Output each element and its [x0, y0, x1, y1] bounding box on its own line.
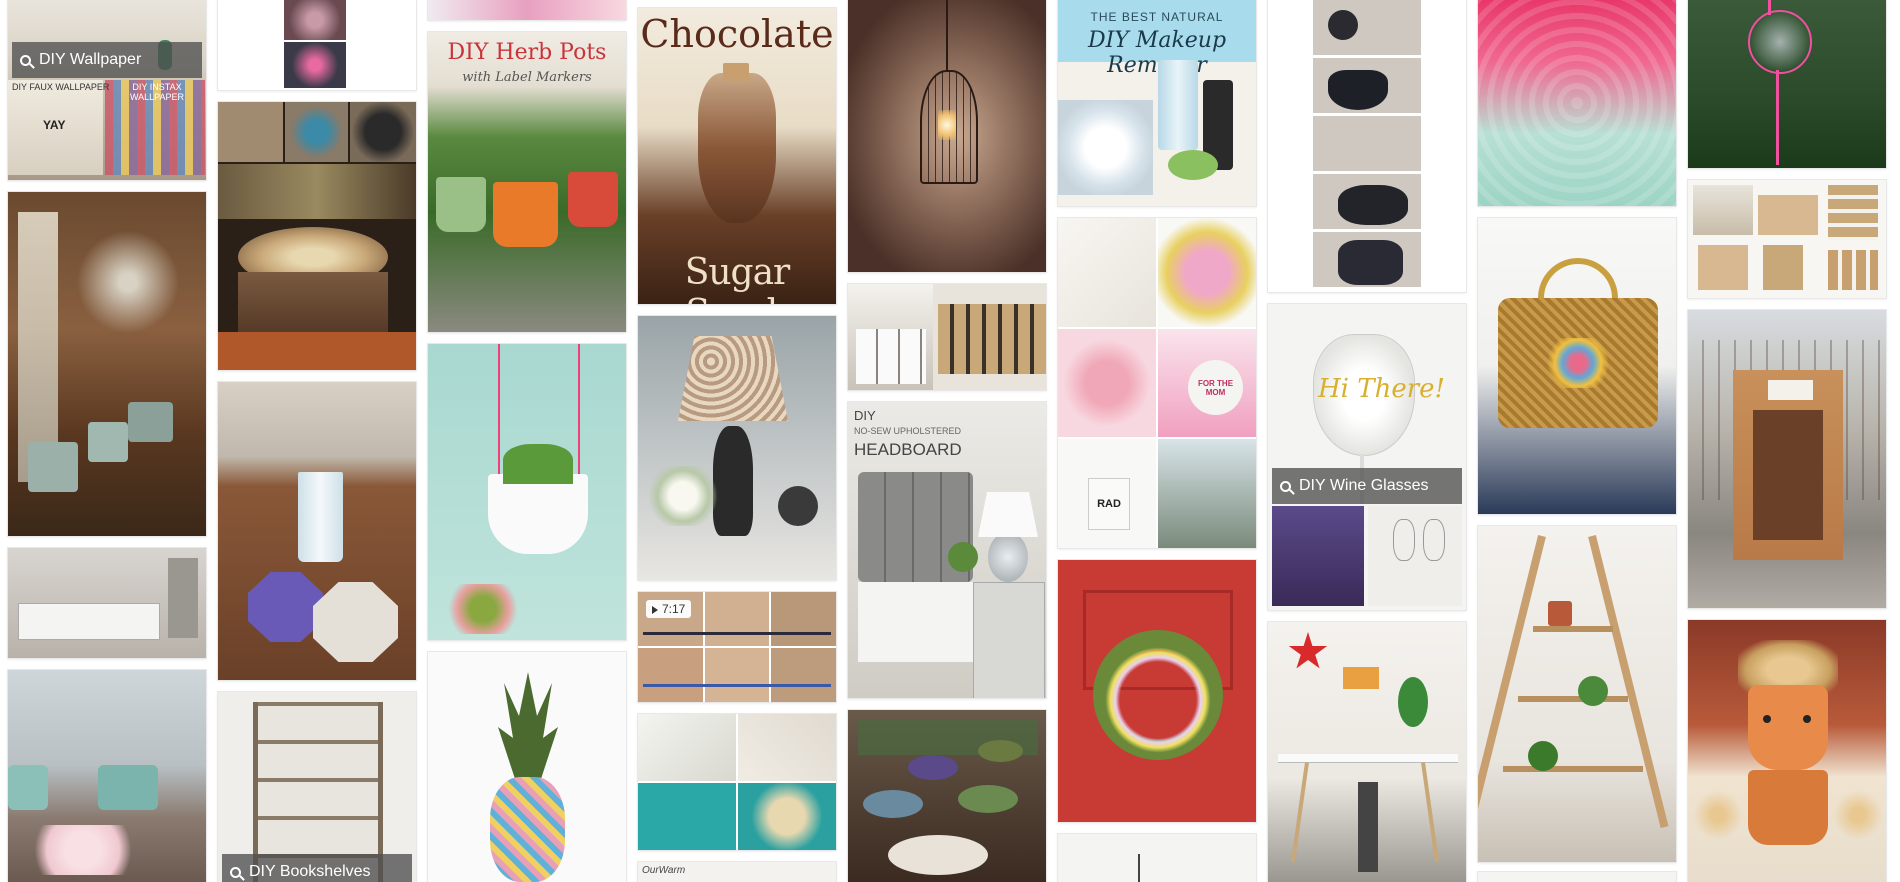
pin-top-partial[interactable] — [428, 0, 626, 20]
pin-bottom-partial-6[interactable] — [1058, 834, 1256, 882]
pin-birdcage-lamp[interactable] — [848, 0, 1046, 272]
pin-red-door-wreath[interactable] — [1058, 560, 1256, 822]
headboard-subtitle: NO-SEW UPHOLSTERED — [854, 426, 962, 436]
herb-pots-title: DIY Herb Pots — [447, 40, 607, 65]
pin-glitter-pineapple[interactable] — [428, 652, 626, 882]
pin-loft-bed-room[interactable] — [8, 548, 206, 658]
pin-rope-baskets[interactable] — [218, 0, 416, 90]
yay-text: YAY — [43, 118, 66, 132]
pin-diy-makeup-remover[interactable]: THE BEST NATURAL DIY Makeup Remover — [1058, 0, 1256, 206]
mom-text: FOR THE MOM — [1197, 378, 1234, 397]
pin-diy-herb-pots[interactable]: DIY Herb Pots with Label Markers — [428, 32, 626, 332]
pin-paper-wall-flowers[interactable] — [1478, 0, 1676, 206]
board-label-text: DIY Bookshelves — [249, 863, 371, 880]
faux-wallpaper-text: DIY FAUX WALLPAPER — [12, 82, 110, 92]
pin-platform-bed[interactable] — [848, 284, 1046, 390]
pin-bottom-partial-8[interactable] — [1478, 872, 1676, 882]
pin-stump-stools[interactable] — [848, 710, 1046, 882]
video-duration: 7:17 — [662, 602, 686, 616]
pin-hanging-planters[interactable] — [428, 344, 626, 640]
pin-diy-wallpaper[interactable]: DIY FAUX WALLPAPER DIY INSTAX WALLPAPER … — [8, 0, 206, 180]
pin-mothers-day-gifts[interactable]: FOR THE MOM RAD — [1058, 218, 1256, 548]
pin-cable-spool-table[interactable] — [218, 102, 416, 370]
pin-ourwarm[interactable]: OurWarm — [638, 862, 836, 882]
pin-paper-folding[interactable] — [638, 714, 836, 850]
pin-lace-lamp[interactable] — [638, 316, 836, 580]
pin-wicker-purse[interactable] — [1478, 218, 1676, 514]
ourwarm-text: OurWarm — [642, 865, 686, 876]
pin-chokers-video[interactable]: 7:17 — [638, 592, 836, 702]
pin-upholstered-headboard[interactable]: DIY NO-SEW UPHOLSTERED HEADBOARD — [848, 402, 1046, 698]
headboard-title: HEADBOARD — [854, 440, 962, 459]
pin-living-room-pillows[interactable] — [8, 670, 206, 882]
pin-studded-bra[interactable] — [1268, 0, 1466, 292]
pin-craft-desk[interactable] — [1268, 622, 1466, 882]
pin-diy-wine-glasses[interactable]: Hi There! DIY Wine Glasses — [1268, 304, 1466, 610]
pin-concrete-coasters[interactable] — [218, 382, 416, 680]
play-icon — [652, 605, 658, 614]
pin-wooden-shed[interactable] — [1688, 310, 1886, 608]
headboard-diy: DIY — [854, 408, 876, 423]
rad-text: RAD — [1097, 498, 1121, 510]
sugar-scrub-title: Sugar Scrub — [684, 252, 791, 304]
pin-cardboard-furniture[interactable] — [1688, 180, 1886, 298]
pin-hanging-glass-chandelier[interactable] — [8, 192, 206, 536]
search-icon — [20, 54, 31, 66]
board-label-text: DIY Wine Glasses — [1299, 477, 1429, 494]
chocolate-title: Chocolate — [640, 12, 834, 56]
instax-wallpaper-text: DIY INSTAX WALLPAPER — [129, 82, 185, 102]
board-label-wallpaper[interactable]: DIY Wallpaper — [12, 42, 202, 78]
pin-ladder-plant-stand[interactable] — [1478, 526, 1676, 862]
herb-pots-subtitle: with Label Markers — [462, 70, 592, 85]
pin-macrame-hanger[interactable] — [1688, 0, 1886, 168]
video-duration-badge: 7:17 — [646, 600, 692, 618]
makeup-top-text: THE BEST NATURAL — [1090, 10, 1224, 24]
pin-scarecrow-pot[interactable] — [1688, 620, 1886, 882]
board-label-wine-glasses[interactable]: DIY Wine Glasses — [1272, 468, 1462, 504]
wine-glass-text: Hi There! — [1318, 374, 1445, 404]
pin-chocolate-sugar-scrub[interactable]: Chocolate Sugar Scrub — [638, 8, 836, 304]
board-label-text: DIY Wallpaper — [39, 51, 142, 68]
search-icon — [1280, 480, 1291, 492]
pin-diy-bookshelves[interactable]: DIY Bookshelves — [218, 692, 416, 882]
makeup-title: DIY Makeup Remover — [1087, 28, 1227, 78]
board-label-bookshelves[interactable]: DIY Bookshelves — [222, 854, 412, 882]
search-icon — [230, 866, 241, 878]
